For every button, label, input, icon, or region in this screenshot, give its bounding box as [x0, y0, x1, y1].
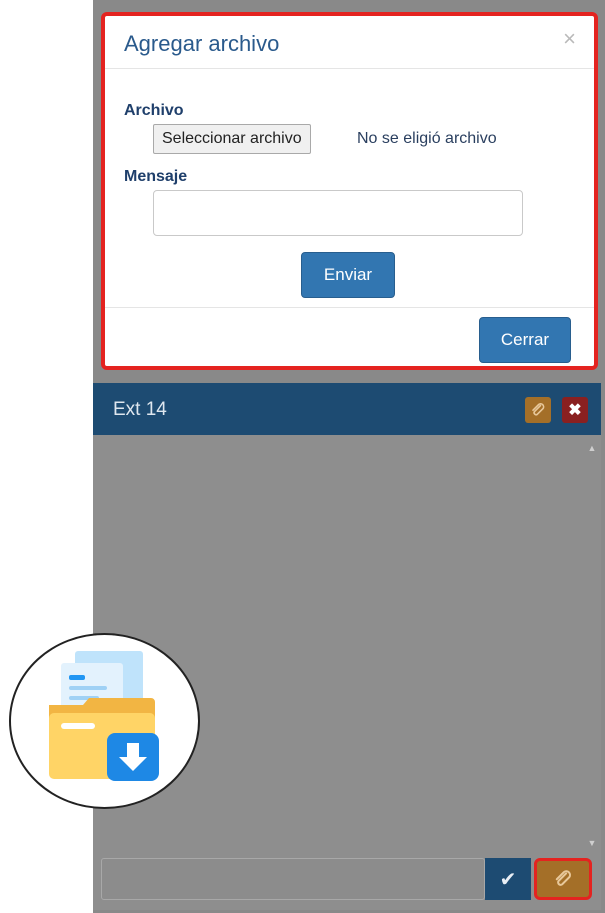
- modal-title: Agregar archivo: [124, 31, 280, 56]
- modal-footer-divider: [105, 307, 594, 308]
- chat-message-input[interactable]: [101, 858, 485, 900]
- chat-title: Ext 14: [113, 399, 167, 420]
- file-status-text: No se eligió archivo: [357, 130, 497, 147]
- chat-footer: ✔: [93, 850, 601, 910]
- header-close-button[interactable]: ✖: [562, 397, 588, 423]
- paperclip-icon: [555, 870, 571, 886]
- close-icon: ✖: [568, 402, 582, 419]
- folder-download-icon: [49, 651, 159, 781]
- caret-up-icon[interactable]: ▲: [587, 443, 597, 453]
- message-label: Mensaje: [124, 168, 188, 185]
- file-label: Archivo: [124, 102, 184, 119]
- caret-down-icon[interactable]: ▼: [587, 838, 597, 848]
- checkmark-icon: ✔: [499, 868, 517, 891]
- chat-scrollbar[interactable]: ▲ ▼: [587, 443, 597, 848]
- modal-header: Agregar archivo ×: [105, 16, 594, 69]
- chat-header: Ext 14 ✖: [93, 383, 601, 435]
- send-message-button[interactable]: ✔: [485, 858, 531, 900]
- paperclip-icon: [532, 403, 545, 416]
- message-input[interactable]: [153, 190, 523, 236]
- send-button[interactable]: Enviar: [301, 252, 395, 298]
- close-button[interactable]: Cerrar: [479, 317, 571, 363]
- header-attach-button[interactable]: [525, 397, 551, 423]
- choose-file-button[interactable]: Seleccionar archivo: [153, 124, 311, 154]
- folder-download-illustration: [9, 633, 200, 809]
- close-icon[interactable]: ×: [563, 26, 576, 52]
- attach-file-button[interactable]: [534, 858, 592, 900]
- add-file-modal: Agregar archivo × Archivo Seleccionar ar…: [101, 12, 598, 370]
